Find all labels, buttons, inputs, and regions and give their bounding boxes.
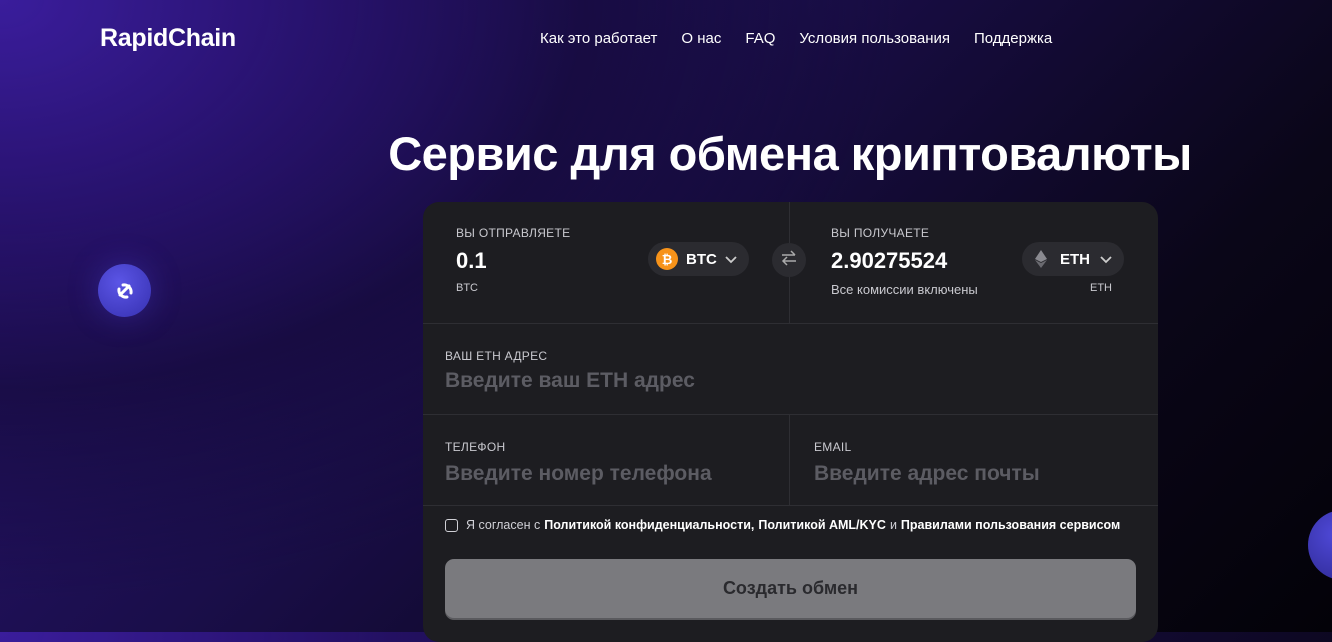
swap-arrows-icon bbox=[780, 249, 798, 271]
address-label: ВАШ ETH АДРЕС bbox=[445, 349, 548, 363]
receive-currency-select[interactable]: ETH bbox=[1022, 242, 1124, 276]
receive-label: ВЫ ПОЛУЧАЕТЕ bbox=[831, 226, 930, 240]
send-amount-input[interactable]: 0.1 bbox=[456, 248, 487, 274]
phone-input[interactable] bbox=[445, 462, 775, 486]
email-label: EMAIL bbox=[814, 440, 852, 454]
address-row: ВАШ ETH АДРЕС bbox=[423, 323, 1158, 415]
send-label: ВЫ ОТПРАВЛЯЕТЕ bbox=[456, 226, 571, 240]
nav-about[interactable]: О нас bbox=[681, 30, 721, 47]
fees-note: Все комиссии включены bbox=[831, 282, 978, 297]
send-currency-select[interactable]: ₿ BTC bbox=[648, 242, 749, 276]
nav-terms[interactable]: Условия пользования bbox=[799, 30, 950, 47]
chevron-down-icon bbox=[1100, 251, 1112, 268]
receive-amount: 2.90275524 bbox=[831, 248, 948, 273]
nav-support[interactable]: Поддержка bbox=[974, 30, 1052, 47]
chevron-down-icon bbox=[725, 251, 737, 268]
consent-and: и bbox=[889, 518, 897, 532]
consent-row: Я согласен с Политикой конфиденциальност… bbox=[445, 518, 1120, 532]
decorative-coin-icon bbox=[98, 264, 151, 317]
exchange-row: ВЫ ОТПРАВЛЯЕТЕ 0.1 BTC ₿ BTC ВЫ ПОЛУЧАЕТ… bbox=[423, 202, 1158, 324]
service-rules-link[interactable]: Правилами пользования сервисом bbox=[901, 518, 1120, 532]
create-exchange-button[interactable]: Создать обмен bbox=[445, 559, 1136, 618]
bitcoin-icon: ₿ bbox=[656, 248, 678, 270]
ethereum-icon bbox=[1030, 248, 1052, 270]
main-nav: Как это работает О нас FAQ Условия польз… bbox=[540, 30, 1052, 47]
receive-currency-note: ETH bbox=[1090, 282, 1112, 294]
nav-how-it-works[interactable]: Как это работает bbox=[540, 30, 657, 47]
send-currency-note: BTC bbox=[456, 282, 478, 294]
eth-address-input[interactable] bbox=[445, 369, 1125, 393]
aml-kyc-link[interactable]: Политикой AML/KYC bbox=[758, 518, 886, 532]
consent-checkbox[interactable] bbox=[445, 518, 458, 532]
send-currency-value: BTC bbox=[686, 250, 717, 268]
exchange-card: ВЫ ОТПРАВЛЯЕТЕ 0.1 BTC ₿ BTC ВЫ ПОЛУЧАЕТ… bbox=[423, 202, 1158, 642]
logo[interactable]: RapidChain bbox=[100, 24, 236, 53]
privacy-policy-link[interactable]: Политикой конфиденциальности, bbox=[544, 518, 754, 532]
contact-row: ТЕЛЕФОН EMAIL bbox=[423, 414, 1158, 506]
decorative-coin-right-icon bbox=[1308, 510, 1332, 580]
phone-label: ТЕЛЕФОН bbox=[445, 440, 506, 454]
swap-button[interactable] bbox=[772, 243, 806, 277]
nav-faq[interactable]: FAQ bbox=[745, 30, 775, 47]
page-title: Сервис для обмена криптовалюты bbox=[388, 127, 1192, 180]
email-input[interactable] bbox=[814, 462, 1134, 486]
consent-prefix: Я согласен с bbox=[466, 518, 541, 532]
receive-currency-value: ETH bbox=[1060, 250, 1090, 268]
